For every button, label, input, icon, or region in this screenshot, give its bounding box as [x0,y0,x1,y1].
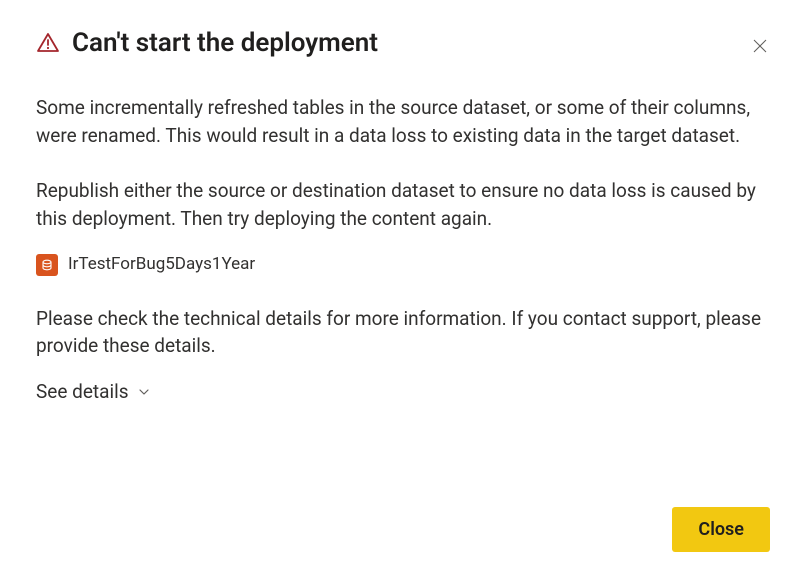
dialog-header: Can't start the deployment [36,28,770,58]
error-paragraph-3: Please check the technical details for m… [36,305,770,360]
see-details-toggle[interactable]: See details [36,378,151,406]
error-paragraph-1: Some incrementally refreshed tables in t… [36,94,770,149]
dialog-body: Some incrementally refreshed tables in t… [36,94,770,405]
close-icon[interactable] [750,36,770,56]
dialog-footer: Close [672,507,770,552]
error-dialog: Can't start the deployment Some incremen… [0,0,806,580]
warning-icon [36,31,60,55]
dataset-name: IrTestForBug5Days1Year [68,252,255,277]
dialog-title: Can't start the deployment [72,28,378,58]
error-paragraph-2: Republish either the source or destinati… [36,177,770,232]
chevron-down-icon [137,385,151,399]
close-button[interactable]: Close [672,507,770,552]
dataset-icon [36,254,58,276]
see-details-label: See details [36,378,129,406]
dataset-row: IrTestForBug5Days1Year [36,252,770,277]
